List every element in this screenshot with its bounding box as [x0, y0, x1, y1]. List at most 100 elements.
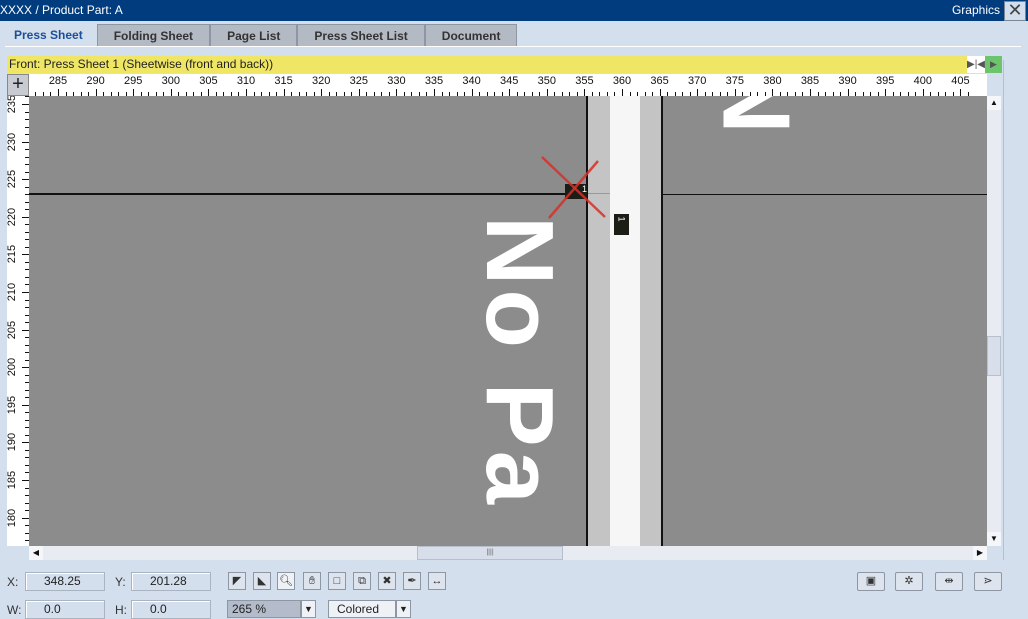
ruler-tick: [95, 89, 97, 96]
ruler-label: 320: [312, 75, 331, 87]
zoom-select[interactable]: 265 %: [227, 600, 301, 618]
ruler-label: 365: [650, 75, 669, 87]
ruler-label: 340: [462, 75, 481, 87]
vertical-scrollbar[interactable]: ▲ ▼: [987, 96, 1001, 546]
ruler-label: 205: [7, 320, 18, 339]
ruler-label: 315: [274, 75, 293, 87]
settings-icon[interactable]: ✲: [895, 572, 923, 591]
select-subarrow-icon[interactable]: ◣: [253, 572, 271, 590]
signal-icon[interactable]: ⋗: [974, 572, 1002, 591]
ruler-tick: [22, 517, 29, 519]
ruler-tick: [22, 442, 29, 444]
ruler-label: 180: [7, 508, 18, 527]
horizontal-scrollbar[interactable]: ◀ |||| ▶: [29, 546, 987, 560]
tab-press-sheet-list[interactable]: Press Sheet List: [297, 24, 425, 46]
ruler-tick: [170, 89, 172, 96]
ruler-tick: [734, 89, 736, 96]
color-mode-dropdown-icon[interactable]: ▼: [396, 600, 411, 618]
tab-page-list[interactable]: Page List: [210, 24, 298, 46]
ruler-label: 395: [876, 75, 895, 87]
scroll-down-icon[interactable]: ▼: [987, 532, 1001, 546]
crop-frame-icon[interactable]: □: [328, 572, 346, 590]
x-field[interactable]: 348.25: [25, 572, 105, 591]
zoom-dropdown-icon[interactable]: ▼: [301, 600, 316, 618]
pen-icon[interactable]: ✒︎: [403, 572, 421, 590]
ruler-tick: [22, 480, 29, 481]
ruler-label: 230: [7, 132, 18, 151]
tab-document[interactable]: Document: [424, 24, 518, 46]
ruler-tick: [58, 89, 59, 96]
ruler-label: 305: [199, 75, 218, 87]
measure-icon[interactable]: ↔: [428, 572, 446, 590]
ruler-label: 390: [838, 75, 857, 87]
scroll-left-icon[interactable]: ◀: [29, 546, 43, 560]
h-label: H:: [115, 603, 127, 617]
cross-delete-icon[interactable]: ✖: [378, 572, 396, 590]
ruler-tick: [22, 329, 29, 331]
select-arrow-icon[interactable]: ◤: [228, 572, 246, 590]
page-mark[interactable]: 1: [614, 214, 629, 235]
ruler-tick: [584, 89, 586, 96]
ruler-tick: [772, 89, 774, 96]
tab-folding-sheet[interactable]: Folding Sheet: [96, 24, 211, 46]
window-title: XXXX / Product Part: A: [0, 3, 123, 17]
magnifier-icon[interactable]: 🔍︎: [277, 572, 295, 590]
ruler-label: 285: [48, 75, 68, 87]
title-bar: XXXX / Product Part: A Graphics: [0, 0, 1028, 21]
cursor-x-icon: [541, 156, 606, 219]
ruler-tick: [622, 89, 623, 96]
ruler-label: 235: [7, 96, 18, 114]
no-page-watermark: No Pa: [466, 216, 573, 509]
color-mode-select[interactable]: Colored: [328, 600, 396, 618]
ruler-label: 200: [7, 358, 18, 377]
layout-view-icon[interactable]: ▣: [857, 572, 885, 591]
ruler-tick: [283, 89, 285, 96]
tab-bar: Press Sheet Folding Sheet Page List Pres…: [0, 24, 518, 46]
ruler-label: 295: [124, 75, 143, 87]
guide-line: [663, 194, 987, 195]
scroll-right-icon[interactable]: ▶: [973, 546, 987, 560]
ruler-label: 325: [349, 75, 368, 87]
align-check-icon[interactable]: ⇹: [935, 572, 963, 591]
vertical-scroll-thumb[interactable]: [987, 336, 1001, 376]
close-button[interactable]: ✕: [1004, 1, 1026, 21]
ruler-tick: [22, 404, 29, 406]
split-view-icon[interactable]: ▶|◀: [967, 56, 985, 73]
ruler-label: 225: [7, 170, 18, 189]
y-field[interactable]: 201.28: [131, 572, 211, 591]
ruler-label: 210: [7, 282, 18, 302]
hand-icon[interactable]: ✋︎: [303, 572, 321, 590]
ruler-label: 335: [424, 75, 444, 87]
ruler-tick: [509, 89, 511, 96]
w-field[interactable]: 0.0: [25, 600, 105, 619]
ruler-tick: [22, 141, 29, 143]
horizontal-ruler: 285 290 295 300 305 310 315 320 325 330 335 340 345 3…: [29, 74, 987, 96]
ruler-label: 385: [800, 75, 820, 87]
scroll-up-icon[interactable]: ▲: [987, 96, 1001, 110]
copy-paste-icon[interactable]: ⧉: [353, 572, 371, 590]
press-sheet-canvas[interactable]: 1 1 No Pa N: [29, 96, 987, 546]
next-arrow-icon[interactable]: ▶: [985, 56, 1002, 73]
ruler-label: 190: [7, 433, 18, 452]
ruler-label: 355: [575, 75, 594, 87]
ruler-tick: [22, 104, 29, 105]
ruler-label: 345: [500, 75, 519, 87]
watermark-top: N: [702, 96, 810, 134]
w-label: W:: [7, 603, 22, 617]
ruler-label: 310: [236, 75, 256, 87]
y-label: Y:: [115, 575, 126, 589]
ruler-tick: [960, 89, 962, 96]
ruler-tick: [659, 89, 661, 96]
ruler-tick: [22, 216, 29, 218]
ruler-label: 330: [387, 75, 406, 87]
ruler-label: 300: [161, 75, 180, 87]
ruler-tick: [434, 89, 435, 96]
horizontal-scroll-thumb[interactable]: ||||: [417, 546, 563, 560]
ruler-label: 185: [7, 470, 18, 490]
side-panel-splitter[interactable]: [1003, 60, 1011, 560]
tab-press-sheet[interactable]: Press Sheet: [0, 24, 97, 46]
h-field[interactable]: 0.0: [131, 600, 211, 619]
ruler-label: 405: [951, 75, 970, 87]
crosshair-origin-icon[interactable]: +: [7, 74, 29, 96]
ruler-tick: [22, 179, 29, 181]
